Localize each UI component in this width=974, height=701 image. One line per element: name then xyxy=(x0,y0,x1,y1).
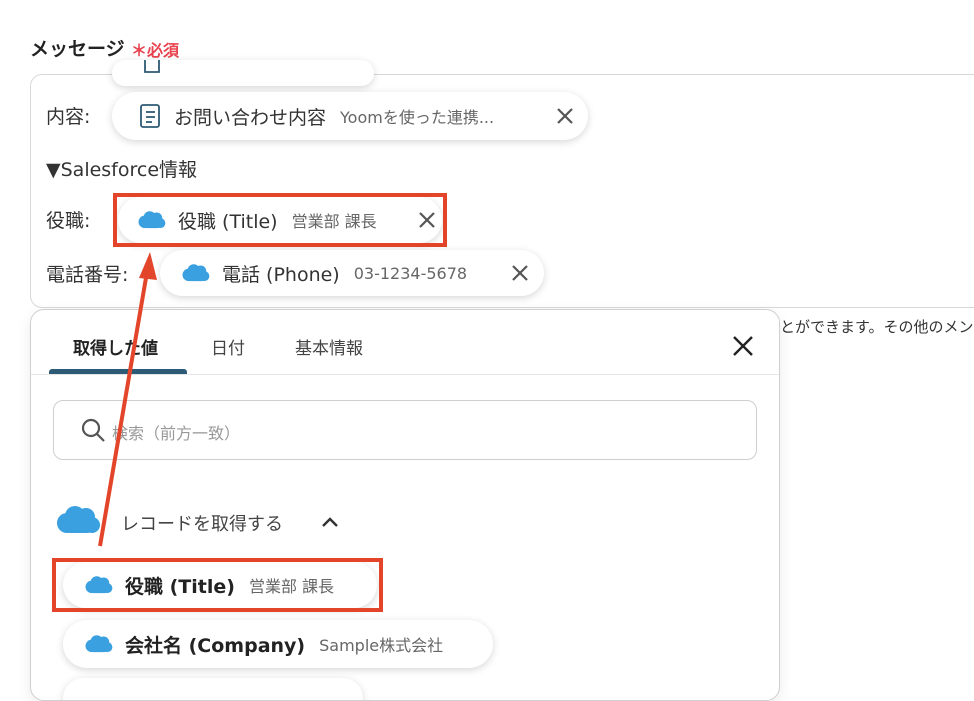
annotation-arrow xyxy=(98,252,157,547)
